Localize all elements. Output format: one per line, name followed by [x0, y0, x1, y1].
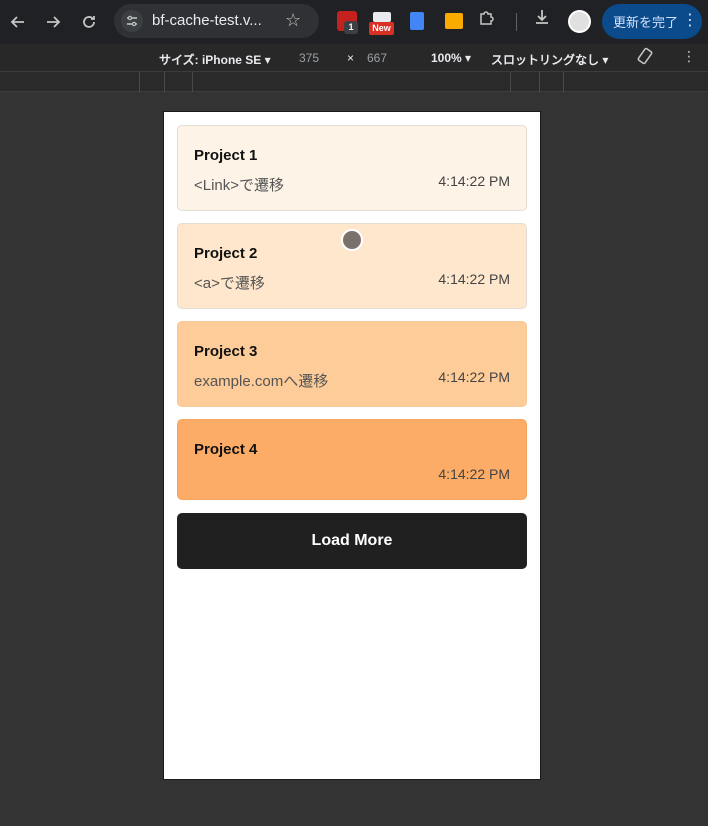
project-subtitle: <Link>で遷移 — [194, 177, 285, 194]
extension-new-badge: New — [369, 22, 394, 35]
device-toolbar: サイズ: iPhone SE ▾ 375 × 667 100% ▾ スロットリン… — [0, 44, 708, 72]
profile-avatar[interactable] — [568, 10, 591, 33]
viewport-height-field[interactable]: 667 — [367, 51, 387, 65]
extensions-puzzle-icon[interactable] — [478, 9, 496, 32]
project-subtitle: <a>で遷移 — [194, 275, 265, 292]
toolbar-divider — [516, 13, 517, 31]
menu-kebab-icon[interactable]: ⋮ — [682, 10, 698, 30]
device-more-icon[interactable]: ⋮ — [682, 48, 696, 65]
forward-arrow-icon[interactable] — [40, 9, 66, 35]
media-query-ruler — [0, 72, 708, 92]
reload-icon[interactable] — [76, 9, 102, 35]
download-icon[interactable] — [533, 8, 551, 32]
project-title: Project 3 — [194, 343, 258, 360]
project-title: Project 4 — [194, 441, 258, 458]
ruler-tick — [164, 72, 165, 92]
viewport-width-field[interactable]: 375 — [299, 51, 319, 65]
extension-blue-icon[interactable] — [410, 12, 424, 30]
project-time: 4:14:22 PM — [438, 173, 510, 189]
address-bar[interactable]: bf-cache-test.v... ☆ — [114, 4, 319, 38]
browser-toolbar: bf-cache-test.v... ☆ 1 New 更新を完了 ⋮ — [0, 0, 708, 44]
throttling-dropdown[interactable]: スロットリングなし ▾ — [491, 51, 608, 68]
extension-yellow-icon[interactable] — [445, 13, 463, 29]
ruler-tick — [139, 72, 140, 92]
project-time: 4:14:22 PM — [438, 369, 510, 385]
touch-cursor-indicator — [341, 229, 363, 251]
ruler-tick — [563, 72, 564, 92]
project-time: 4:14:22 PM — [438, 271, 510, 287]
site-settings-icon[interactable] — [121, 10, 143, 32]
project-title: Project 1 — [194, 147, 258, 164]
ruler-tick — [539, 72, 540, 92]
device-size-dropdown[interactable]: サイズ: iPhone SE ▾ — [159, 51, 271, 68]
ruler-tick — [192, 72, 193, 92]
extension-badge: 1 — [344, 21, 358, 34]
project-card-1[interactable]: Project 1 <Link>で遷移 4:14:22 PM — [177, 125, 527, 211]
zoom-dropdown[interactable]: 100% ▾ — [431, 51, 471, 65]
project-card-4[interactable]: Project 4 4:14:22 PM — [177, 419, 527, 500]
dimension-separator: × — [347, 51, 355, 65]
ruler-tick — [510, 72, 511, 92]
url-text: bf-cache-test.v... — [152, 12, 262, 29]
extension-new-icon[interactable] — [373, 12, 391, 22]
update-button-label: 更新を完了 — [613, 15, 679, 30]
project-time: 4:14:22 PM — [438, 466, 510, 482]
back-arrow-icon[interactable] — [5, 9, 31, 35]
rotate-icon[interactable] — [636, 47, 654, 70]
project-subtitle: example.comへ遷移 — [194, 373, 329, 390]
project-card-3[interactable]: Project 3 example.comへ遷移 4:14:22 PM — [177, 321, 527, 407]
project-title: Project 2 — [194, 245, 258, 262]
device-viewport: Project 1 <Link>で遷移 4:14:22 PM Project 2… — [163, 111, 541, 780]
load-more-button[interactable]: Load More — [177, 513, 527, 569]
bookmark-star-icon[interactable]: ☆ — [285, 10, 301, 31]
